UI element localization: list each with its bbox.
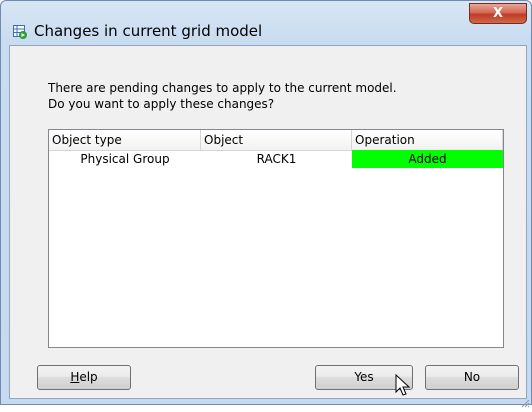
message-line-1: There are pending changes to apply to th… [48, 81, 397, 95]
window-title: Changes in current grid model [34, 22, 263, 40]
no-button[interactable]: No [425, 365, 519, 390]
mouse-pointer-icon [395, 373, 411, 398]
table-row[interactable]: Physical Group RACK1 Added [49, 150, 503, 168]
column-header-object-type[interactable]: Object type [49, 130, 201, 150]
message-line-2: Do you want to apply these changes? [48, 97, 275, 111]
title-bar[interactable]: Changes in current grid model X [1, 1, 531, 45]
grid-model-app-icon [13, 24, 27, 39]
resize-grip-icon[interactable] [520, 393, 530, 408]
cell-operation[interactable]: Added [352, 150, 503, 168]
cell-object[interactable]: RACK1 [201, 150, 352, 168]
message-text: There are pending changes to apply to th… [48, 80, 397, 112]
close-button[interactable]: X [469, 3, 527, 24]
column-header-operation[interactable]: Operation [352, 130, 503, 150]
help-mnemonic: H [70, 370, 80, 384]
changes-table[interactable]: Object type Object Operation Physical Gr… [48, 129, 504, 348]
help-label-rest: elp [79, 370, 98, 384]
cell-object-type[interactable]: Physical Group [49, 150, 201, 168]
table-header: Object type Object Operation [49, 130, 503, 151]
column-header-object[interactable]: Object [201, 130, 352, 150]
help-button[interactable]: Help [37, 365, 131, 390]
